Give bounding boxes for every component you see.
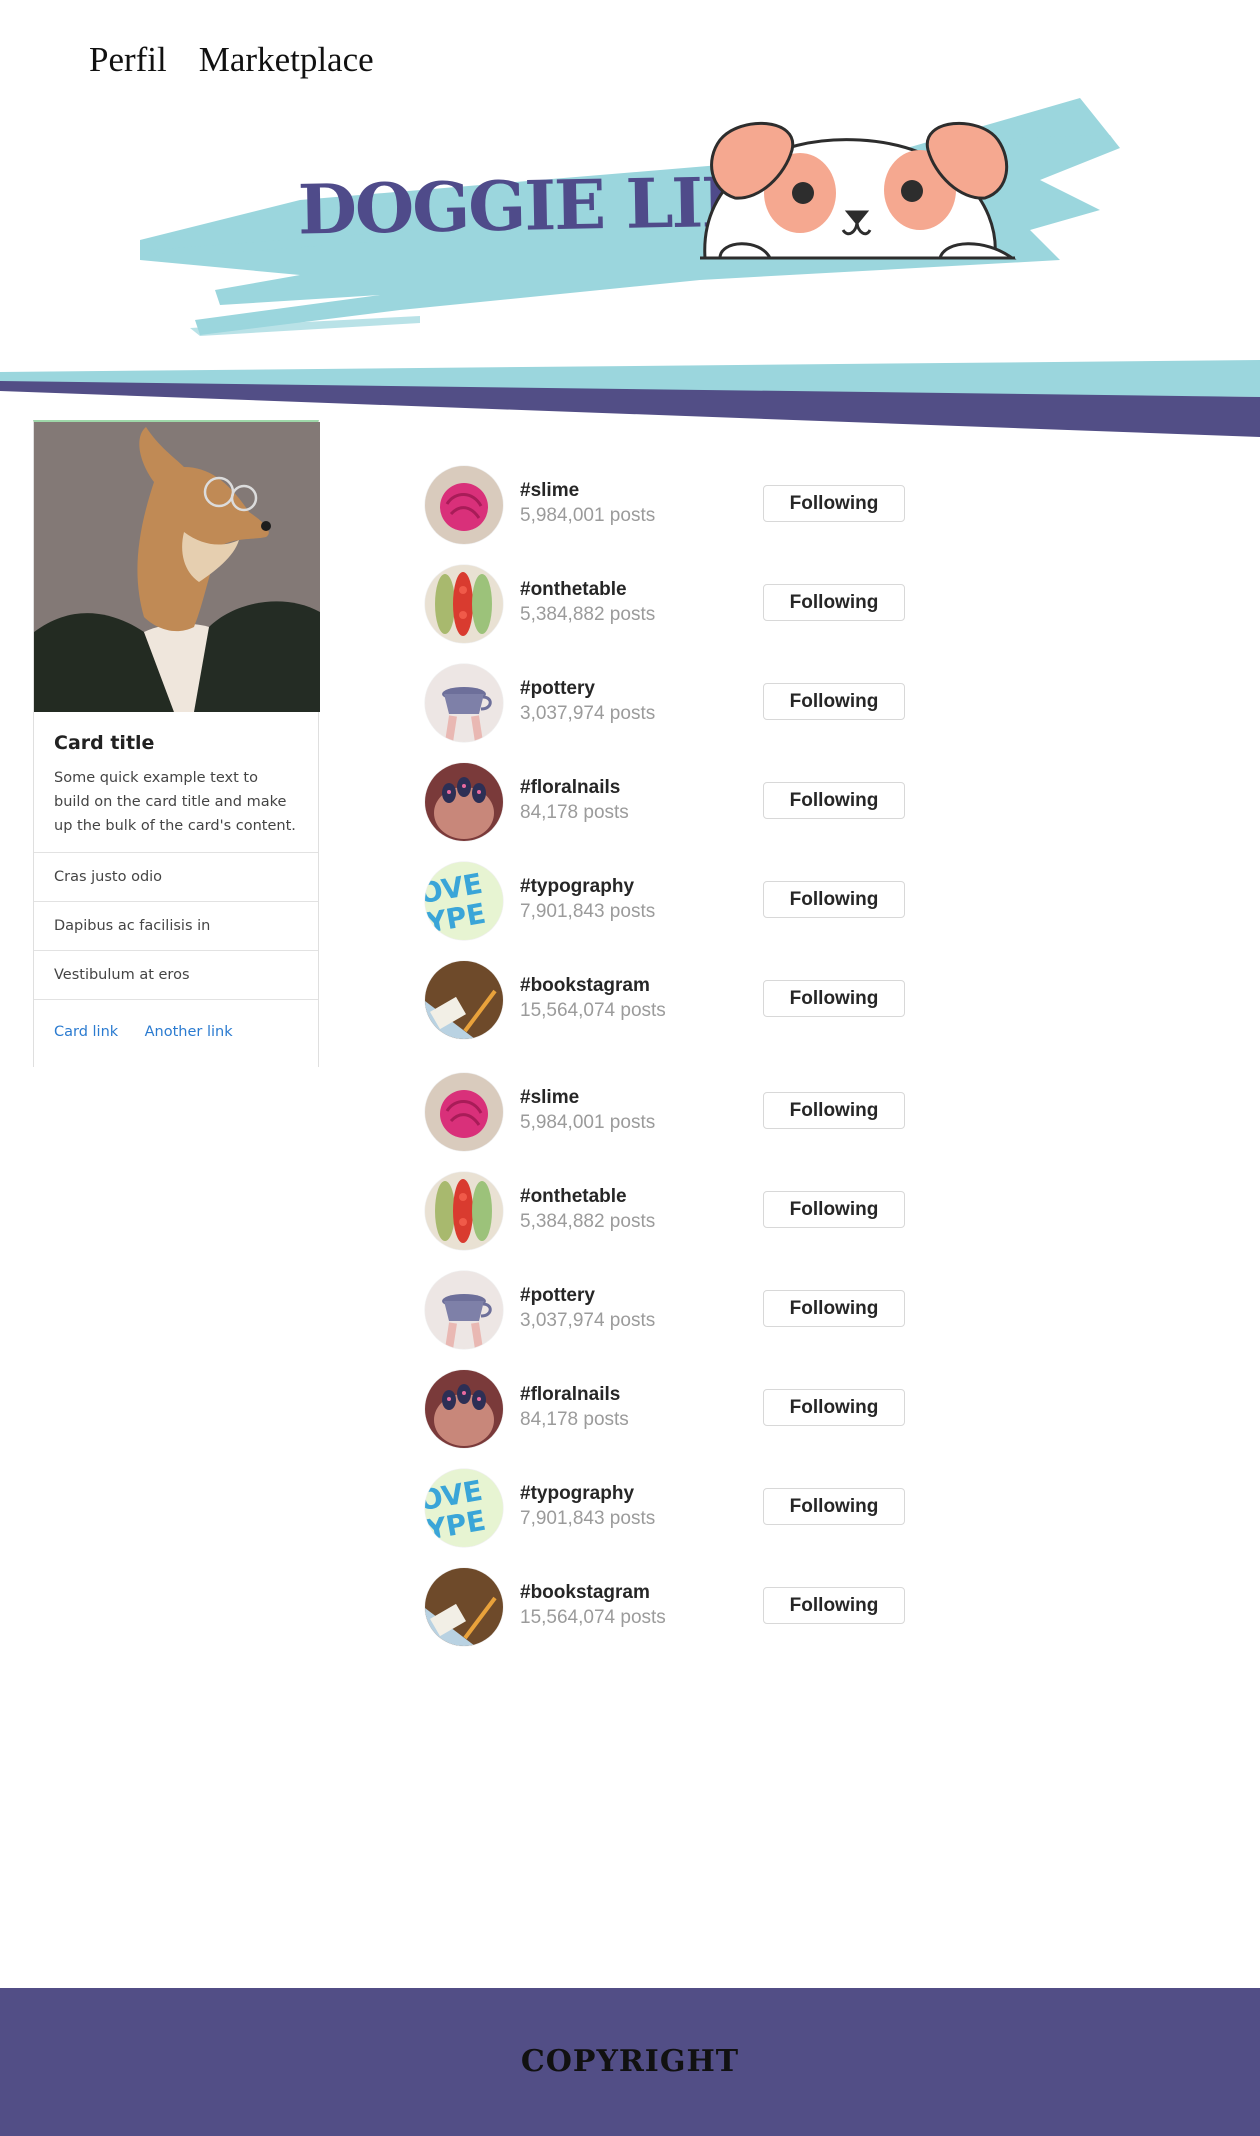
card-text: Some quick example text to build on the … <box>54 770 296 834</box>
nav-link-perfil[interactable]: Perfil <box>89 40 167 80</box>
card-links: Card link Another link <box>34 1000 318 1064</box>
following-button[interactable]: Following <box>763 782 905 819</box>
hashtag-name[interactable]: #onthetable <box>520 1186 627 1208</box>
following-button[interactable]: Following <box>763 1587 905 1624</box>
hashtag-post-count: 15,564,074 posts <box>520 1000 666 1021</box>
another-link[interactable]: Another link <box>145 1024 233 1040</box>
nav-link-marketplace[interactable]: Marketplace <box>199 40 374 80</box>
following-button[interactable]: Following <box>763 1488 905 1525</box>
hashtag-post-count: 5,984,001 posts <box>520 505 656 526</box>
hashtag-post-count: 5,384,882 posts <box>520 604 656 625</box>
following-button[interactable]: Following <box>763 1092 905 1129</box>
hashtag-row: OVE YPE #typography 7,901,843 posts Follo… <box>425 862 905 942</box>
following-button[interactable]: Following <box>763 1389 905 1426</box>
typography-avatar: OVE YPE <box>425 862 503 940</box>
typography-avatar: OVE YPE <box>425 1469 503 1547</box>
dog-face-icon <box>700 121 1017 260</box>
hashtag-name[interactable]: #onthetable <box>520 579 627 601</box>
profile-card: Card title Some quick example text to bu… <box>33 420 320 1067</box>
hashtag-name[interactable]: #bookstagram <box>520 1582 650 1604</box>
hashtag-name[interactable]: #floralnails <box>520 777 620 799</box>
nails-avatar <box>425 763 503 841</box>
card-list-item: Dapibus ac facilisis in <box>34 902 318 951</box>
hashtag-post-count: 7,901,843 posts <box>520 901 656 922</box>
hashtag-row: #onthetable 5,384,882 posts Following <box>425 565 905 645</box>
following-button[interactable]: Following <box>763 980 905 1017</box>
top-nav: Perfil Marketplace <box>89 40 374 80</box>
hashtag-name[interactable]: #pottery <box>520 678 595 700</box>
hashtag-post-count: 7,901,843 posts <box>520 1508 656 1529</box>
card-body: Card title Some quick example text to bu… <box>34 712 318 853</box>
following-button[interactable]: Following <box>763 881 905 918</box>
hashtag-row: #slime 5,984,001 posts Following <box>425 466 905 546</box>
card-link[interactable]: Card link <box>54 1024 118 1040</box>
hashtag-post-count: 3,037,974 posts <box>520 1310 656 1331</box>
card-list-item: Cras justo odio <box>34 853 318 902</box>
following-button[interactable]: Following <box>763 1191 905 1228</box>
hashtag-row: #slime 5,984,001 posts Following <box>425 1073 905 1153</box>
hashtag-row: #pottery 3,037,974 posts Following <box>425 664 905 744</box>
hashtag-name[interactable]: #typography <box>520 1483 634 1505</box>
pottery-cup-avatar <box>425 1271 503 1349</box>
book-avatar <box>425 1568 503 1646</box>
following-button[interactable]: Following <box>763 485 905 522</box>
card-list-item: Vestibulum at eros <box>34 951 318 1000</box>
hashtag-row: #pottery 3,037,974 posts Following <box>425 1271 905 1351</box>
hashtag-row: #bookstagram 15,564,074 posts Following <box>425 961 905 1041</box>
following-button[interactable]: Following <box>763 683 905 720</box>
hashtag-row: #bookstagram 15,564,074 posts Following <box>425 1568 905 1648</box>
food-plate-avatar <box>425 565 503 643</box>
hashtag-name[interactable]: #bookstagram <box>520 975 650 997</box>
card-title: Card title <box>54 732 155 754</box>
food-plate-avatar <box>425 1172 503 1250</box>
hashtag-post-count: 3,037,974 posts <box>520 703 656 724</box>
dog-with-glasses-photo <box>34 422 320 712</box>
footer: COPYRIGHT <box>0 1988 1260 2136</box>
nails-avatar <box>425 1370 503 1448</box>
following-button[interactable]: Following <box>763 1290 905 1327</box>
hashtag-post-count: 84,178 posts <box>520 802 629 823</box>
hashtag-post-count: 15,564,074 posts <box>520 1607 666 1628</box>
hashtag-row: #floralnails 84,178 posts Following <box>425 763 905 843</box>
hashtag-post-count: 5,984,001 posts <box>520 1112 656 1133</box>
hashtag-name[interactable]: #slime <box>520 480 579 502</box>
hashtag-name[interactable]: #floralnails <box>520 1384 620 1406</box>
hashtag-row: OVE YPE #typography 7,901,843 posts Follo… <box>425 1469 905 1549</box>
pink-slime-avatar <box>425 1073 503 1151</box>
hashtag-name[interactable]: #slime <box>520 1087 579 1109</box>
pottery-cup-avatar <box>425 664 503 742</box>
doggie-life-banner: DOGGIE LIFE <box>140 98 1120 336</box>
hashtag-row: #floralnails 84,178 posts Following <box>425 1370 905 1450</box>
pink-slime-avatar <box>425 466 503 544</box>
following-button[interactable]: Following <box>763 584 905 621</box>
hashtag-row: #onthetable 5,384,882 posts Following <box>425 1172 905 1252</box>
hashtag-name[interactable]: #pottery <box>520 1285 595 1307</box>
hashtag-post-count: 5,384,882 posts <box>520 1211 656 1232</box>
hashtag-post-count: 84,178 posts <box>520 1409 629 1430</box>
book-avatar <box>425 961 503 1039</box>
copyright-text: COPYRIGHT <box>520 2044 740 2079</box>
hashtag-name[interactable]: #typography <box>520 876 634 898</box>
